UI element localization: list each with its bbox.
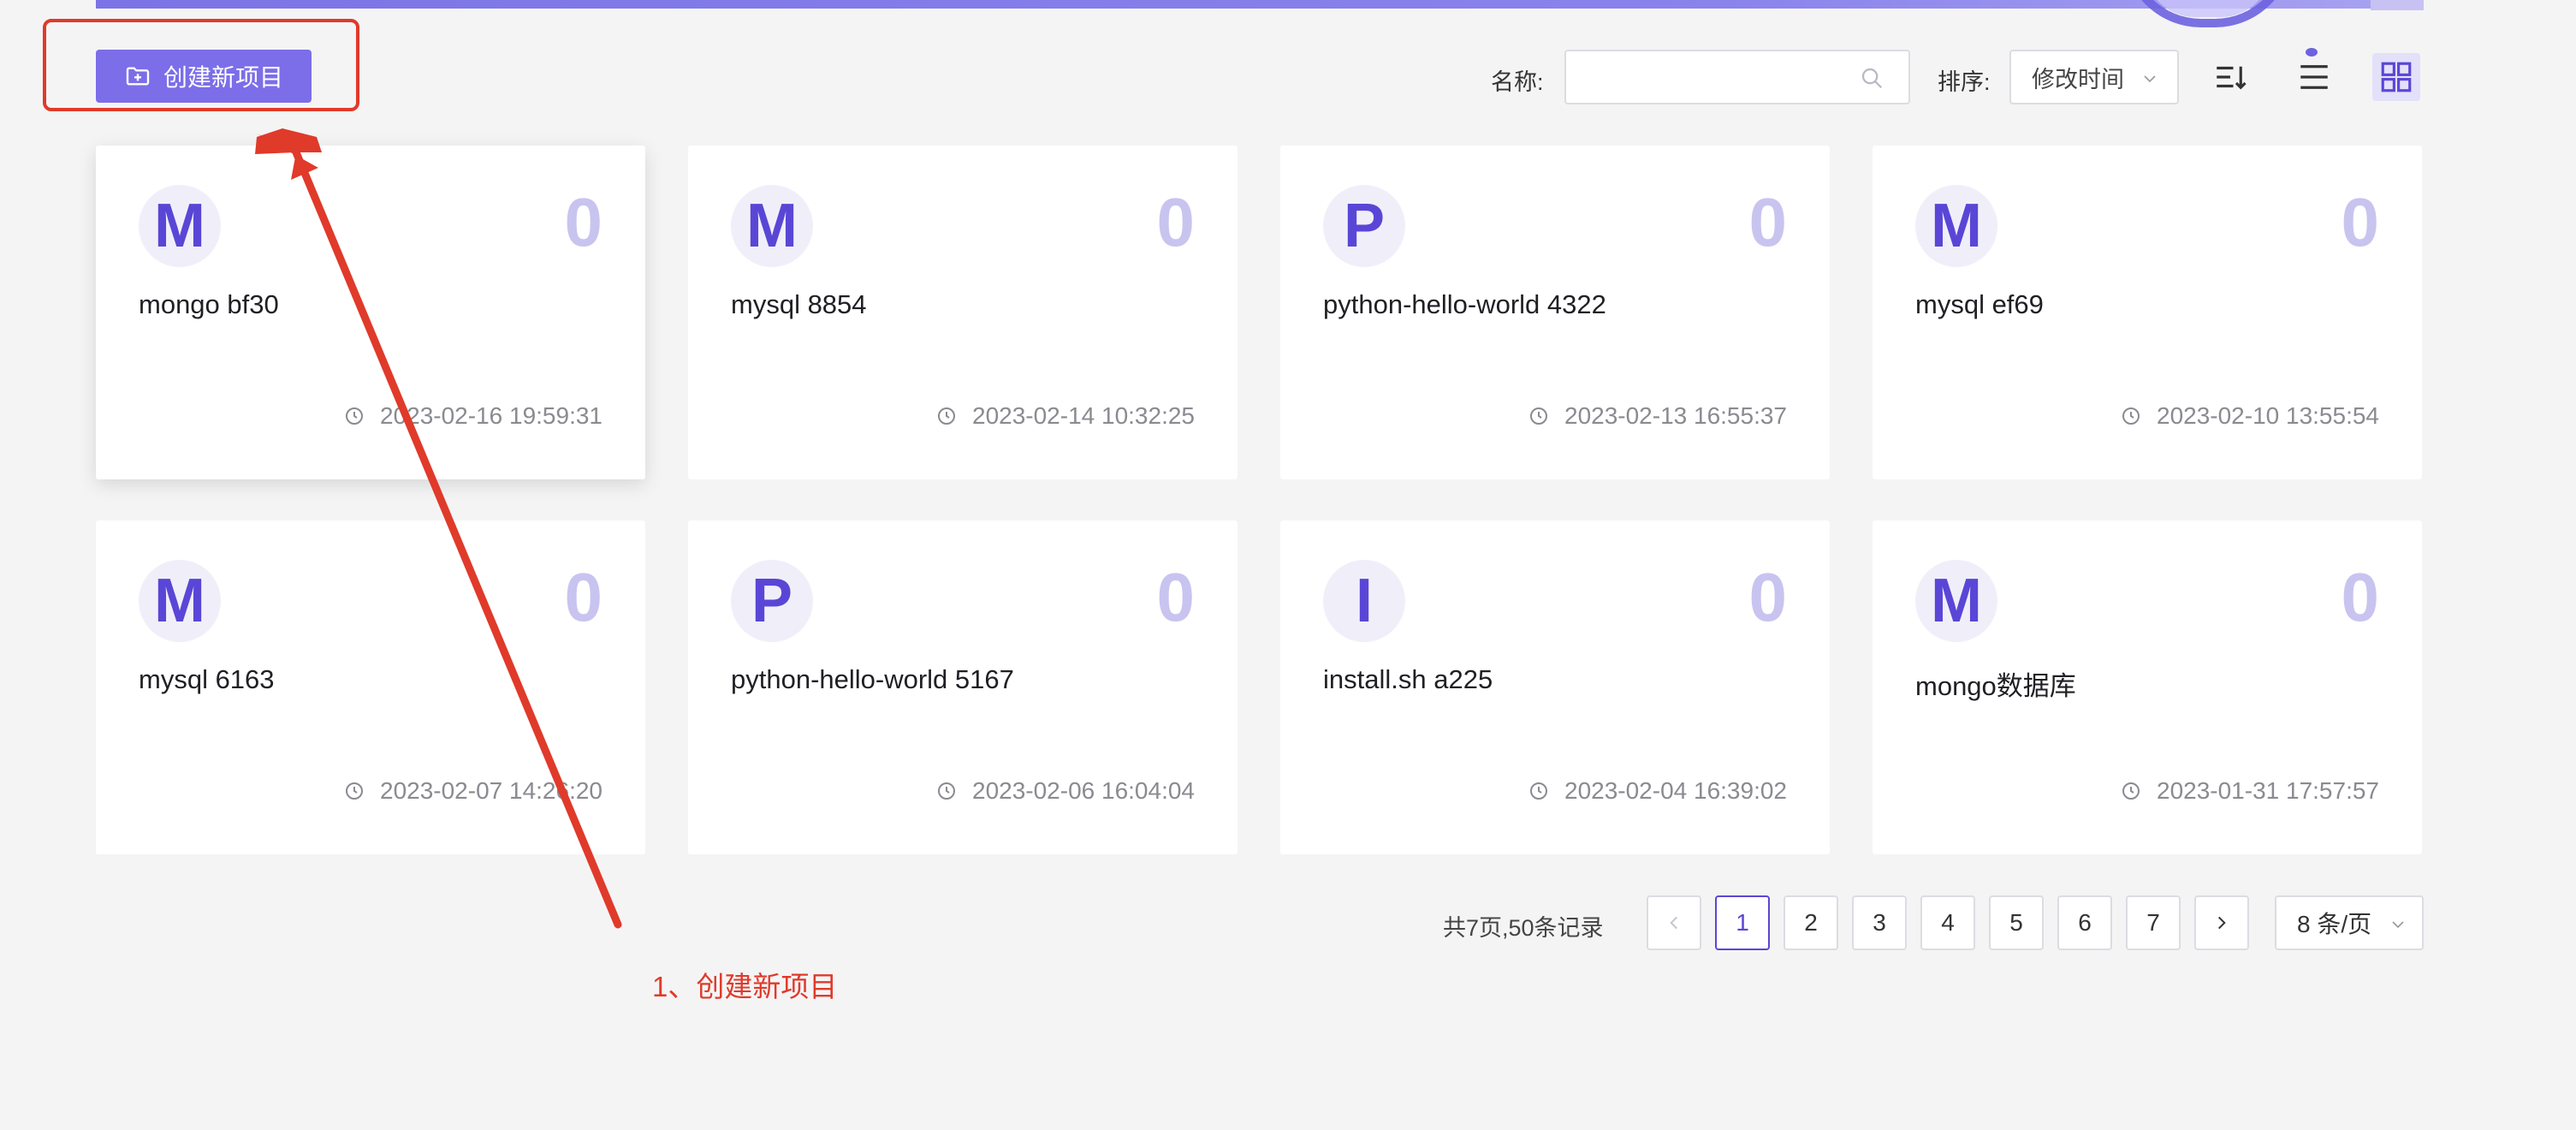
project-time-text: 2023-02-16 19:59:31	[380, 402, 602, 429]
search-input[interactable]	[1580, 51, 1854, 101]
project-time-text: 2023-02-13 16:55:37	[1564, 402, 1787, 429]
project-time-text: 2023-02-07 14:26:20	[380, 777, 602, 804]
project-title: mysql 8854	[731, 289, 867, 319]
project-avatar: M	[1915, 560, 1997, 642]
project-title: mysql 6163	[139, 664, 275, 694]
project-avatar: I	[1323, 560, 1405, 642]
project-count: 0	[564, 559, 603, 635]
project-title: mongo bf30	[139, 289, 279, 319]
page-button-6[interactable]: 6	[2057, 895, 2112, 950]
project-avatar: M	[731, 185, 813, 267]
project-updated-time: 2023-01-31 17:57:57	[2121, 777, 2379, 805]
project-card[interactable]: M 0 mysql 8854 2023-02-14 10:32:25	[688, 146, 1238, 479]
project-card[interactable]: P 0 python-hello-world 4322 2023-02-13 1…	[1280, 146, 1830, 479]
project-count: 0	[1156, 184, 1196, 260]
project-count: 0	[1748, 184, 1788, 260]
project-title: install.sh a225	[1323, 664, 1493, 694]
page-size-value: 8 条/页	[2297, 911, 2372, 937]
project-card[interactable]: M 0 mongo数据库 2023-01-31 17:57:57	[1873, 520, 2422, 854]
project-updated-time: 2023-02-14 10:32:25	[936, 402, 1195, 430]
chevron-left-icon	[1670, 916, 1678, 930]
project-updated-time: 2023-02-07 14:26:20	[344, 777, 602, 805]
page-size-select[interactable]: 8 条/页	[2275, 895, 2424, 950]
project-time-text: 2023-02-06 16:04:04	[972, 777, 1195, 804]
search-icon[interactable]	[1859, 65, 1885, 91]
prev-page-button[interactable]	[1647, 895, 1701, 950]
project-count: 0	[1748, 559, 1788, 635]
project-title: python-hello-world 4322	[1323, 289, 1606, 319]
grid-view-icon	[2381, 62, 2412, 92]
project-time-text: 2023-02-14 10:32:25	[972, 402, 1195, 429]
project-updated-time: 2023-02-04 16:39:02	[1528, 777, 1787, 805]
banner-tile	[2371, 0, 2424, 10]
annotation-label: 1、创建新项目	[652, 971, 838, 1002]
project-list-page: 创建新项目 名称: 排序: 修改时间 M 0 mongo bf30 2023-0…	[0, 0, 2576, 1130]
project-count: 0	[564, 184, 603, 260]
project-time-text: 2023-02-04 16:39:02	[1564, 777, 1787, 804]
page-button-3[interactable]: 3	[1852, 895, 1907, 950]
project-avatar: M	[139, 185, 221, 267]
banner-strip	[96, 0, 2424, 9]
page-button-7[interactable]: 7	[2126, 895, 2181, 950]
annotation-highlight-box	[43, 19, 359, 111]
list-view-button[interactable]	[2290, 53, 2338, 101]
project-updated-time: 2023-02-13 16:55:37	[1528, 402, 1787, 430]
name-search-field[interactable]	[1564, 50, 1910, 104]
page-button-1[interactable]: 1	[1715, 895, 1770, 950]
chevron-down-icon	[2144, 75, 2156, 83]
clock-icon	[1530, 782, 1547, 800]
project-avatar: P	[731, 560, 813, 642]
sort-order-button[interactable]	[2206, 53, 2254, 101]
project-updated-time: 2023-02-16 19:59:31	[344, 402, 602, 430]
project-card[interactable]: I 0 install.sh a225 2023-02-04 16:39:02	[1280, 520, 1830, 854]
project-count: 0	[2341, 559, 2380, 635]
grid-view-button[interactable]	[2372, 53, 2420, 101]
chevron-right-icon	[2217, 916, 2226, 930]
list-view-icon	[2300, 65, 2328, 89]
page-button-2[interactable]: 2	[1784, 895, 1838, 950]
project-avatar: P	[1323, 185, 1405, 267]
clock-icon	[346, 407, 363, 425]
clock-icon	[1530, 407, 1547, 425]
project-avatar: M	[139, 560, 221, 642]
page-button-4[interactable]: 4	[1920, 895, 1975, 950]
name-filter-label: 名称:	[1491, 69, 1544, 95]
chevron-down-icon	[2392, 921, 2404, 929]
project-card[interactable]: M 0 mysql ef69 2023-02-10 13:55:54	[1873, 146, 2422, 479]
pagination-summary: 共7页,50条记录	[1443, 915, 1604, 941]
sort-select[interactable]: 修改时间	[2009, 50, 2179, 104]
project-title: mysql ef69	[1915, 289, 2044, 319]
project-updated-time: 2023-02-10 13:55:54	[2121, 402, 2379, 430]
project-time-text: 2023-01-31 17:57:57	[2157, 777, 2379, 804]
project-card[interactable]: M 0 mysql 6163 2023-02-07 14:26:20	[96, 520, 645, 854]
clock-icon	[2122, 407, 2140, 425]
project-updated-time: 2023-02-06 16:04:04	[936, 777, 1195, 805]
project-card[interactable]: M 0 mongo bf30 2023-02-16 19:59:31	[96, 146, 645, 479]
project-title: mongo数据库	[1915, 671, 2076, 701]
project-avatar: M	[1915, 185, 1997, 267]
page-button-5[interactable]: 5	[1989, 895, 2044, 950]
project-time-text: 2023-02-10 13:55:54	[2157, 402, 2379, 429]
clock-icon	[346, 782, 363, 800]
clock-icon	[2122, 782, 2140, 800]
project-title: python-hello-world 5167	[731, 664, 1014, 694]
sort-descending-icon	[2217, 66, 2247, 90]
clock-icon	[938, 407, 955, 425]
sort-select-value: 修改时间	[2032, 66, 2124, 92]
next-page-button[interactable]	[2194, 895, 2249, 950]
project-card[interactable]: P 0 python-hello-world 5167 2023-02-06 1…	[688, 520, 1238, 854]
clock-icon	[938, 782, 955, 800]
project-count: 0	[1156, 559, 1196, 635]
sort-label: 排序:	[1938, 69, 1991, 95]
project-count: 0	[2341, 184, 2380, 260]
